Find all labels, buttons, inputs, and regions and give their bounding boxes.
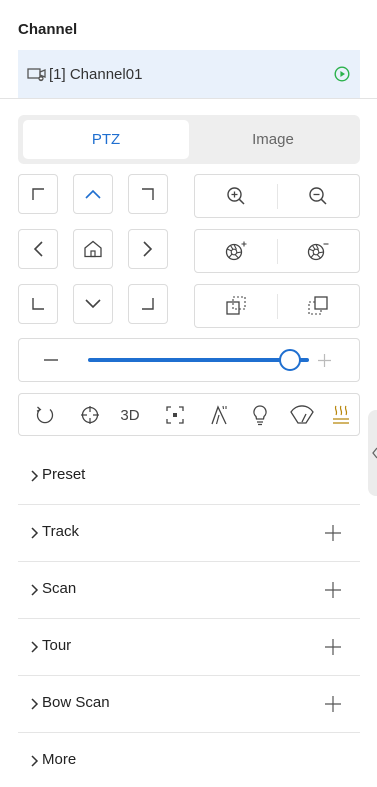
pan-right-button[interactable] <box>128 229 168 269</box>
speed-increase-button[interactable] <box>315 351 333 369</box>
chevron-right-icon <box>31 698 39 710</box>
section-label: Bow Scan <box>42 694 110 711</box>
section-label: Scan <box>42 580 77 597</box>
tab-ptz[interactable]: PTZ <box>23 120 189 159</box>
focus-near-icon <box>226 296 246 315</box>
focus-control <box>194 284 360 328</box>
zoom-in-button[interactable] <box>195 175 277 217</box>
add-icon[interactable] <box>324 581 342 599</box>
zoom-in-icon <box>227 187 245 205</box>
slider-track[interactable] <box>88 358 309 362</box>
home-button[interactable] <box>73 229 113 269</box>
zoom-control <box>194 174 360 218</box>
corner-up-right-icon <box>142 188 154 200</box>
iris-close-icon <box>307 243 329 261</box>
iris-open-button[interactable] <box>195 230 277 272</box>
speed-slider <box>18 338 360 382</box>
chevron-down-icon <box>85 299 101 309</box>
section-preset[interactable]: Preset <box>18 448 360 505</box>
panel-collapse-handle[interactable] <box>368 410 377 496</box>
add-icon[interactable] <box>324 695 342 713</box>
camera-icon <box>27 66 47 82</box>
pan-up-right-button[interactable] <box>128 174 168 214</box>
section-tour[interactable]: Tour <box>18 619 360 676</box>
chevron-right-icon <box>31 641 39 653</box>
speed-decrease-button[interactable] <box>43 351 59 369</box>
zoom-out-icon <box>309 187 327 205</box>
iris-control <box>194 229 360 273</box>
tab-image[interactable]: Image <box>190 120 356 159</box>
regional-focus-icon <box>166 406 184 424</box>
chevron-right-icon <box>143 241 153 257</box>
slider-handle[interactable] <box>279 349 301 371</box>
focus-far-icon <box>308 296 328 315</box>
plus-icon <box>317 353 331 367</box>
minus-icon <box>44 359 58 361</box>
chevron-up-icon <box>85 189 101 199</box>
channel-heading: Channel <box>18 21 78 38</box>
section-scan[interactable]: Scan <box>18 562 360 619</box>
section-label: Tour <box>42 637 72 654</box>
auto-scan-icon <box>36 406 54 424</box>
function-toolbar: 3D <box>18 393 360 436</box>
section-label: Preset <box>42 466 86 483</box>
one-touch-patrol-button[interactable] <box>289 404 315 426</box>
auto-scan-button[interactable] <box>34 404 56 426</box>
focus-near-button[interactable] <box>195 285 277 327</box>
one-touch-patrol-icon <box>290 405 314 424</box>
focus-far-button[interactable] <box>277 285 359 327</box>
channel-item-label: [1] Channel01 <box>49 65 143 83</box>
heater-icon <box>333 405 349 424</box>
3d-position-button[interactable]: 3D <box>117 404 143 426</box>
pan-down-left-button[interactable] <box>18 284 58 324</box>
wiper-icon <box>211 405 227 425</box>
corner-down-left-icon <box>32 298 44 310</box>
pan-up-left-button[interactable] <box>18 174 58 214</box>
chevron-right-icon <box>31 584 39 596</box>
chevron-left-icon <box>33 241 43 257</box>
regional-focus-button[interactable] <box>164 404 186 426</box>
tilt-up-button[interactable] <box>73 174 113 214</box>
section-bow-scan[interactable]: Bow Scan <box>18 676 360 733</box>
iris-open-icon <box>225 241 247 261</box>
light-icon <box>253 405 267 426</box>
chevron-right-icon <box>31 470 39 482</box>
pan-left-button[interactable] <box>18 229 58 269</box>
ptz-panel: Channel [1] Channel01 PTZ Image 3D Prese… <box>0 0 377 787</box>
section-more[interactable]: More <box>18 733 360 787</box>
channel-item[interactable]: [1] Channel01 <box>18 50 360 98</box>
section-track[interactable]: Track <box>18 505 360 562</box>
heater-button[interactable] <box>330 404 352 426</box>
divider <box>0 98 377 99</box>
section-label: Track <box>42 523 79 540</box>
chevron-left-icon <box>372 447 377 459</box>
corner-up-left-icon <box>32 188 44 200</box>
add-icon[interactable] <box>324 638 342 656</box>
add-icon[interactable] <box>324 524 342 542</box>
wiper-button[interactable] <box>208 404 230 426</box>
section-label: More <box>42 751 77 768</box>
chevron-right-icon <box>31 755 39 767</box>
iris-close-button[interactable] <box>277 230 359 272</box>
tilt-down-button[interactable] <box>73 284 113 324</box>
zoom-out-button[interactable] <box>277 175 359 217</box>
chevron-right-icon <box>31 527 39 539</box>
home-icon <box>84 240 102 258</box>
light-button[interactable] <box>249 404 271 426</box>
center-target-icon <box>81 406 99 424</box>
center-target-button[interactable] <box>79 404 101 426</box>
corner-down-right-icon <box>142 298 154 310</box>
view-tabs: PTZ Image <box>18 115 360 164</box>
play-circle-icon[interactable] <box>334 66 350 82</box>
pan-down-right-button[interactable] <box>128 284 168 324</box>
